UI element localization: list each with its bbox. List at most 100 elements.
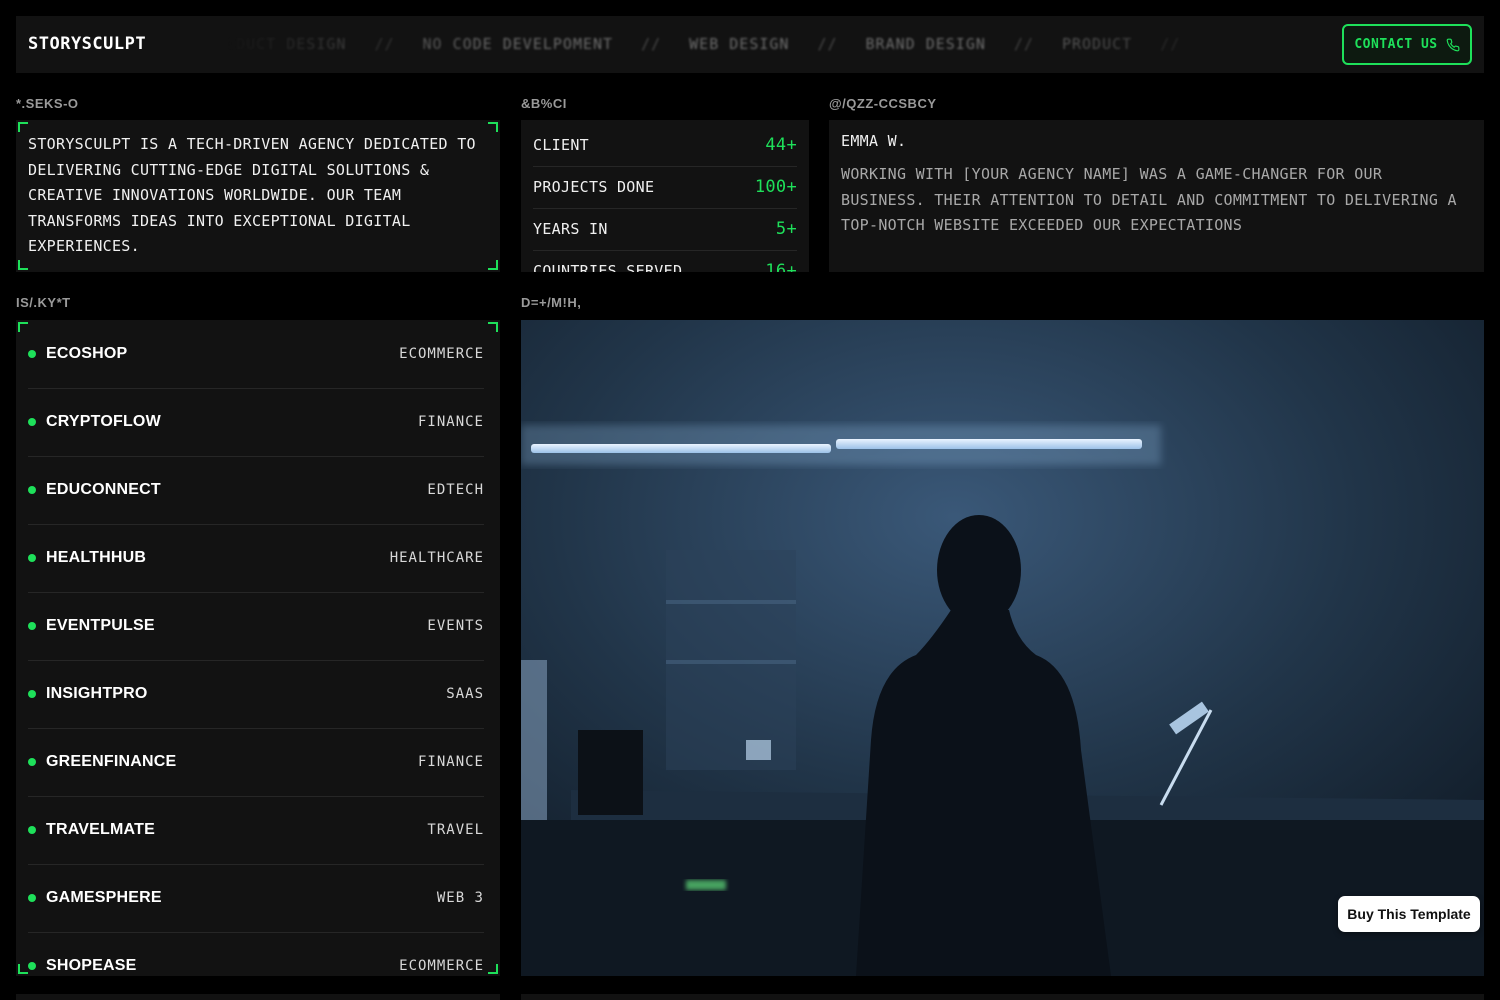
status-dot: [28, 826, 36, 834]
project-category: HEALTHCARE: [389, 550, 484, 566]
testimonial-quote: WORKING WITH [YOUR AGENCY NAME] WAS A GA…: [841, 165, 1457, 235]
project-name: TRAVELMATE: [46, 821, 155, 838]
stats-card: CLIENT 44+ PROJECTS DONE 100+ YEARS IN 5…: [521, 120, 809, 272]
testimonial-card: EMMA W. WORKING WITH [YOUR AGENCY NAME] …: [829, 120, 1484, 272]
stat-value: 44+: [765, 135, 797, 155]
project-category: FINANCE: [417, 414, 484, 430]
stat-label: YEARS IN: [533, 220, 608, 238]
testimonial-section-label: @/QZZ-CCSBCY: [829, 96, 937, 111]
stat-row-projects: PROJECTS DONE 100+: [533, 166, 797, 209]
showreel-video[interactable]: Buy This Template: [521, 320, 1484, 976]
project-row[interactable]: INSIGHTPRO SAAS: [28, 660, 484, 729]
stat-row-client: CLIENT 44+: [533, 124, 797, 167]
project-title: ECOSHOP: [28, 345, 127, 363]
project-category: EVENTS: [427, 618, 484, 634]
status-dot: [28, 350, 36, 358]
project-row[interactable]: CRYPTOFLOW FINANCE: [28, 388, 484, 457]
project-name: ECOSHOP: [46, 345, 128, 362]
projects-list: ECOSHOP ECOMMERCE CRYPTOFLOW FINANCE EDUCONN…: [16, 320, 500, 976]
corner-bracket: [488, 260, 498, 270]
project-name: GREENFINANCE: [46, 753, 177, 770]
about-card: STORYSCULPT IS A TECH-DRIVEN AGENCY DEDI…: [16, 120, 500, 272]
project-name: CRYPTOFLOW: [46, 413, 161, 430]
project-name: EDUCONNECT: [46, 481, 161, 498]
brand-logo[interactable]: STORYSCULPT: [28, 34, 146, 54]
project-row[interactable]: SHOPEASE ECOMMERCE: [28, 932, 484, 976]
status-dot: [28, 622, 36, 630]
project-title: INSIGHTPRO: [28, 685, 148, 703]
corner-bracket: [18, 322, 28, 332]
ticker-separator: //: [374, 35, 395, 53]
project-row[interactable]: TRAVELMATE TRAVEL: [28, 796, 484, 865]
ticker-item: PRODUCT DESIGN: [226, 35, 347, 53]
project-category: TRAVEL: [427, 822, 484, 838]
project-row[interactable]: ECOSHOP ECOMMERCE: [28, 320, 484, 389]
stat-label: COUNTRIES SERVED: [533, 262, 683, 272]
contact-us-button[interactable]: CONTACT US: [1342, 24, 1472, 65]
next-card-top: [16, 994, 500, 1000]
stat-value: 100+: [754, 177, 797, 197]
ticker-item: WEB DESIGN: [689, 35, 790, 53]
project-category: FINANCE: [417, 754, 484, 770]
phone-icon: [1446, 38, 1460, 51]
status-dot: [28, 690, 36, 698]
ticker-item: NO CODE DEVELPOMENT: [422, 35, 614, 53]
project-row[interactable]: GAMESPHERE WEB 3: [28, 864, 484, 933]
about-section-label: *.SEKS-O: [16, 96, 79, 111]
top-navbar: STORYSCULPT PRODUCT DESIGN // NO CODE DEVE…: [16, 16, 1484, 73]
stat-row-years: YEARS IN 5+: [533, 208, 797, 251]
status-dot: [28, 894, 36, 902]
ticker-separator: //: [641, 35, 662, 53]
project-row[interactable]: HEALTHHUB HEALTHCARE: [28, 524, 484, 593]
status-dot: [28, 962, 36, 970]
project-row[interactable]: EDUCONNECT EDTECH: [28, 456, 484, 525]
buy-template-button[interactable]: Buy This Template: [1338, 896, 1480, 932]
status-dot: [28, 486, 36, 494]
stat-label: PROJECTS DONE: [533, 178, 655, 196]
corner-bracket: [18, 122, 28, 132]
project-name: SHOPEASE: [46, 957, 137, 974]
ticker-item: BRAND DESIGN: [865, 35, 986, 53]
stat-label: CLIENT: [533, 136, 589, 154]
project-name: INSIGHTPRO: [46, 685, 148, 702]
video-section-label: D=+/M!H,: [521, 295, 582, 310]
stats-section-label: &B%CI: [521, 96, 567, 111]
project-name: EVENTPULSE: [46, 617, 155, 634]
next-card-top: [521, 994, 1484, 1000]
corner-bracket: [488, 964, 498, 974]
stat-value: 5+: [775, 219, 797, 239]
ticker-separator: //: [1013, 35, 1034, 53]
corner-bracket: [18, 260, 28, 270]
stat-value: 16+: [765, 261, 797, 272]
corner-bracket: [488, 122, 498, 132]
project-category: ECOMMERCE: [399, 958, 484, 974]
contact-us-label: CONTACT US: [1354, 37, 1438, 52]
ticker-track: PRODUCT DESIGN // NO CODE DEVELPOMENT // WEB…: [226, 35, 1208, 53]
project-category: WEB 3: [436, 890, 484, 906]
status-dot: [28, 758, 36, 766]
project-title: HEALTHHUB: [28, 549, 146, 567]
project-row[interactable]: GREENFINANCE FINANCE: [28, 728, 484, 797]
ticker-separator: //: [817, 35, 838, 53]
stat-row-countries: COUNTRIES SERVED 16+: [533, 250, 797, 272]
project-title: GAMESPHERE: [28, 889, 162, 907]
corner-bracket: [18, 964, 28, 974]
services-ticker: PRODUCT DESIGN // NO CODE DEVELPOMENT // WEB…: [226, 16, 1306, 73]
ticker-separator: //: [1160, 35, 1181, 53]
corner-bracket: [488, 322, 498, 332]
project-title: CRYPTOFLOW: [28, 413, 161, 431]
about-description: STORYSCULPT IS A TECH-DRIVEN AGENCY DEDI…: [28, 135, 476, 256]
project-row[interactable]: EVENTPULSE EVENTS: [28, 592, 484, 661]
project-title: EVENTPULSE: [28, 617, 155, 635]
project-name: GAMESPHERE: [46, 889, 162, 906]
project-title: GREENFINANCE: [28, 753, 176, 771]
project-category: SAAS: [446, 686, 484, 702]
project-name: HEALTHHUB: [46, 549, 147, 566]
status-dot: [28, 554, 36, 562]
testimonial-author: EMMA W.: [841, 132, 907, 150]
project-category: ECOMMERCE: [399, 346, 484, 362]
status-dot: [28, 418, 36, 426]
projects-section-label: IS/.KY*T: [16, 295, 71, 310]
project-title: TRAVELMATE: [28, 821, 155, 839]
project-title: EDUCONNECT: [28, 481, 161, 499]
